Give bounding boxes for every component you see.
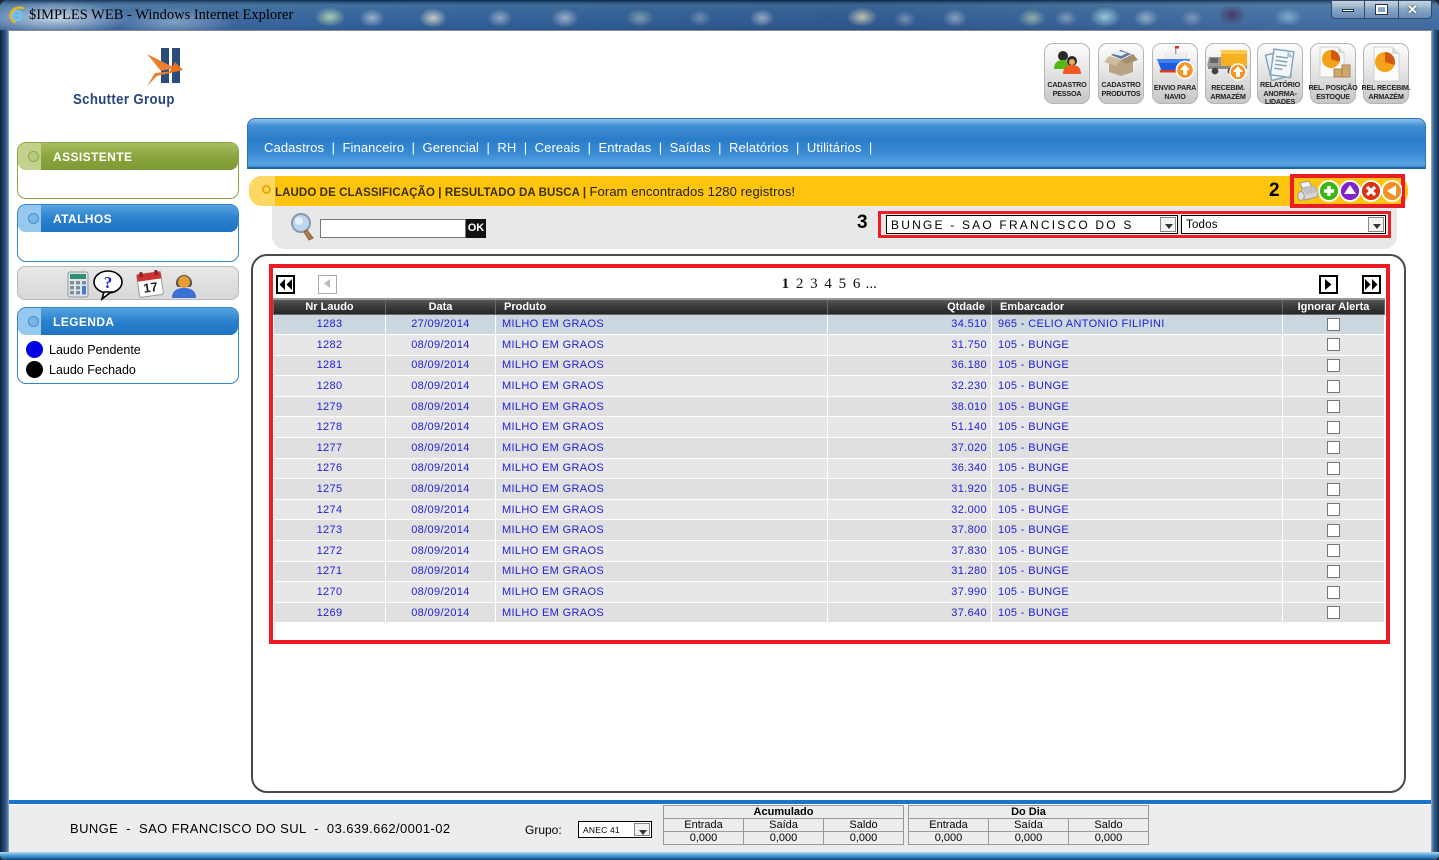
svg-text:?: ? (104, 273, 113, 292)
svg-text:17: 17 (142, 279, 158, 296)
